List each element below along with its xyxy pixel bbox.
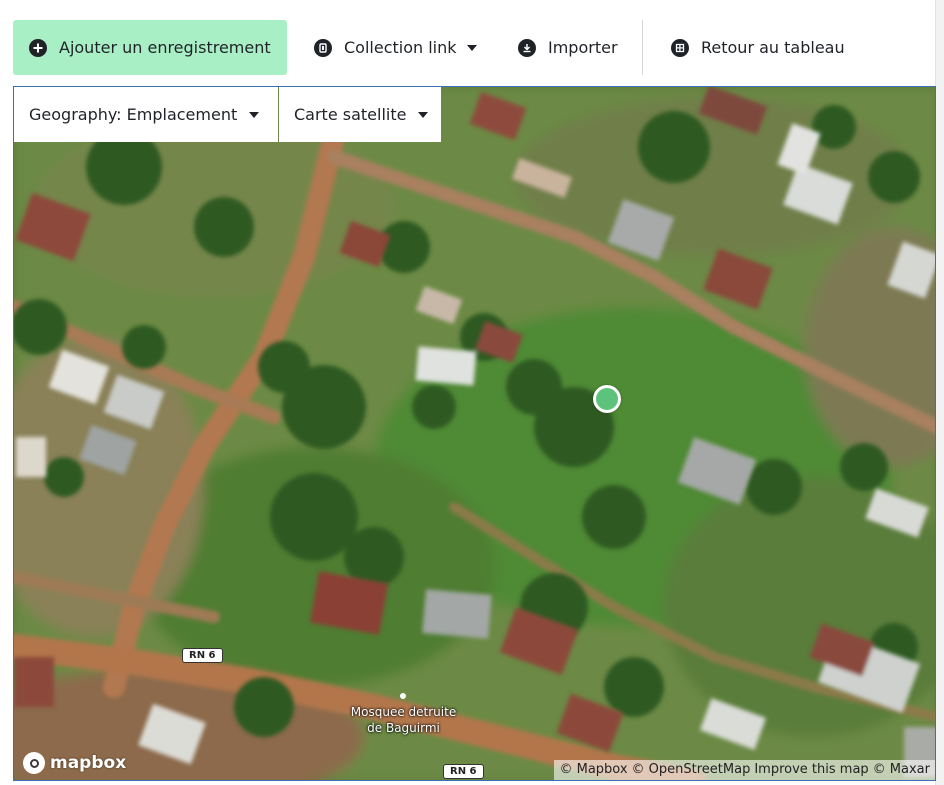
location-marker[interactable] <box>593 385 621 413</box>
plus-circle-icon <box>29 38 47 57</box>
road-label: RN 6 <box>182 648 223 663</box>
geography-selector-label: Geography: Emplacement <box>29 105 238 124</box>
mapbox-logo-icon <box>23 752 45 774</box>
satellite-imagery <box>14 87 935 780</box>
attribution-maxar-link[interactable]: © Maxar <box>873 760 930 780</box>
poi-name-line1: Mosquee detruite <box>350 705 457 719</box>
link-square-icon <box>314 38 332 57</box>
table-icon <box>671 38 689 57</box>
map-attribution: © Mapbox © OpenStreetMap Improve this ma… <box>554 760 935 780</box>
chevron-down-icon <box>466 44 477 51</box>
toolbar-divider <box>642 20 643 75</box>
mapbox-logo-text: mapbox <box>50 753 127 773</box>
scrollbar[interactable] <box>935 0 944 785</box>
download-circle-icon <box>518 38 536 57</box>
add-record-label: Ajouter un enregistrement <box>59 38 271 57</box>
add-record-button[interactable]: Ajouter un enregistrement <box>13 20 287 75</box>
chevron-down-icon <box>249 111 260 118</box>
poi-name-line2: de Baguirmi <box>367 721 440 735</box>
import-button[interactable]: Importer <box>518 20 618 75</box>
attribution-mapbox-link[interactable]: © Mapbox <box>559 760 627 780</box>
improve-map-link[interactable]: Improve this map <box>754 760 868 780</box>
map-view[interactable]: Geography: Emplacement Carte satellite R… <box>13 86 936 781</box>
mapbox-logo[interactable]: mapbox <box>23 751 126 775</box>
poi-marker[interactable] <box>400 693 406 699</box>
collection-link-button[interactable]: Collection link <box>314 20 477 75</box>
back-to-table-button[interactable]: Retour au tableau <box>671 20 845 75</box>
attribution-osm-link[interactable]: © OpenStreetMap <box>632 760 751 780</box>
layer-selector-label: Carte satellite <box>294 105 407 124</box>
back-to-table-label: Retour au tableau <box>701 38 845 57</box>
geography-selector[interactable]: Geography: Emplacement <box>14 87 278 142</box>
layer-selector[interactable]: Carte satellite <box>279 87 441 142</box>
road-label: RN 6 <box>443 764 484 779</box>
collection-link-label: Collection link <box>344 38 457 57</box>
toolbar: Ajouter un enregistrement Collection lin… <box>0 0 944 86</box>
poi-label: Mosquee detruite de Baguirmi <box>336 704 471 736</box>
import-label: Importer <box>548 38 618 57</box>
chevron-down-icon <box>418 111 429 118</box>
